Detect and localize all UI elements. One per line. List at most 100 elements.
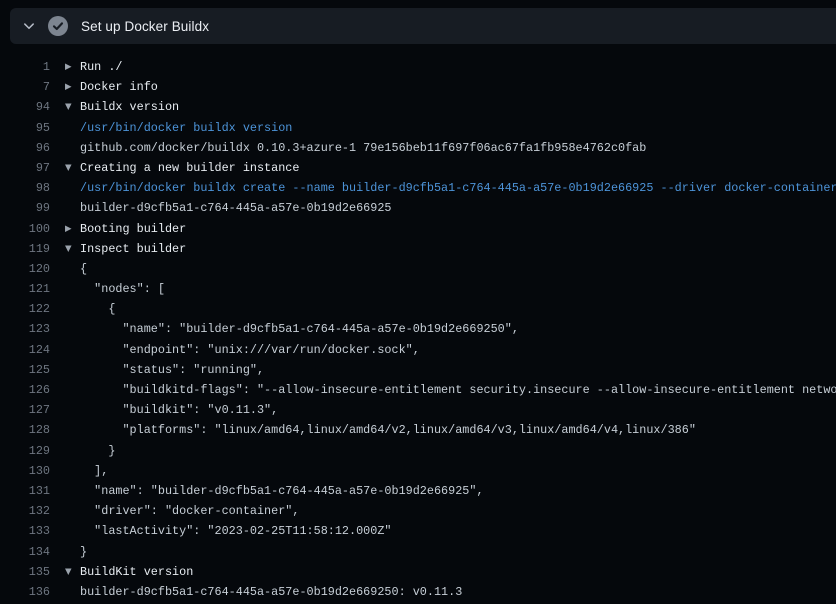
line-number: 119: [0, 239, 50, 259]
log-text: "driver": "docker-container",: [80, 501, 836, 521]
log-line-row: 122 {: [0, 299, 836, 319]
log-text: "platforms": "linux/amd64,linux/amd64/v2…: [80, 420, 836, 440]
triangle-expanded-icon: ▼: [50, 158, 80, 178]
log-line-row: 134}: [0, 542, 836, 562]
line-number: 96: [0, 138, 50, 158]
line-number: 134: [0, 542, 50, 562]
log-group-row[interactable]: 135▼BuildKit version: [0, 562, 836, 582]
line-number: 95: [0, 118, 50, 138]
collapse-step-button[interactable]: [14, 8, 44, 44]
step-header[interactable]: Set up Docker Buildx: [10, 8, 836, 44]
marker-spacer: [50, 360, 80, 380]
line-number: 100: [0, 219, 50, 239]
marker-spacer: [50, 340, 80, 360]
log-text: "endpoint": "unix:///var/run/docker.sock…: [80, 340, 836, 360]
log-line-row: 121 "nodes": [: [0, 279, 836, 299]
log-text: Booting builder: [80, 219, 836, 239]
line-number: 127: [0, 400, 50, 420]
log-group-row[interactable]: 1▶Run ./: [0, 57, 836, 77]
marker-spacer: [50, 319, 80, 339]
log-text: "nodes": [: [80, 279, 836, 299]
log-line-row: 130 ],: [0, 461, 836, 481]
triangle-collapsed-icon: ▶: [50, 219, 80, 239]
log-text: github.com/docker/buildx 0.10.3+azure-1 …: [80, 138, 836, 158]
line-number: 124: [0, 340, 50, 360]
line-number: 99: [0, 198, 50, 218]
chevron-down-icon: [22, 19, 36, 33]
log-line-row: 95/usr/bin/docker buildx version: [0, 118, 836, 138]
marker-spacer: [50, 178, 80, 198]
triangle-expanded-icon: ▼: [50, 97, 80, 117]
log-line-row: 128 "platforms": "linux/amd64,linux/amd6…: [0, 420, 836, 440]
log-area: 1▶Run ./7▶Docker info94▼Buildx version95…: [0, 44, 836, 604]
triangle-collapsed-icon: ▶: [50, 57, 80, 77]
triangle-expanded-icon: ▼: [50, 239, 80, 259]
log-line-row: 133 "lastActivity": "2023-02-25T11:58:12…: [0, 521, 836, 541]
log-text: Run ./: [80, 57, 836, 77]
line-number: 131: [0, 481, 50, 501]
log-text: "buildkitd-flags": "--allow-insecure-ent…: [80, 380, 836, 400]
marker-spacer: [50, 542, 80, 562]
log-line-row: 127 "buildkit": "v0.11.3",: [0, 400, 836, 420]
line-number: 97: [0, 158, 50, 178]
line-number: 135: [0, 562, 50, 582]
line-number: 98: [0, 178, 50, 198]
log-text: builder-d9cfb5a1-c764-445a-a57e-0b19d2e6…: [80, 198, 836, 218]
log-text: /usr/bin/docker buildx version: [80, 118, 836, 138]
check-circle-icon: [48, 16, 68, 36]
line-number: 123: [0, 319, 50, 339]
triangle-collapsed-icon: ▶: [50, 77, 80, 97]
log-line-row: 129 }: [0, 441, 836, 461]
log-line-row: 136 builder-d9cfb5a1-c764-445a-a57e-0b19d…: [0, 582, 836, 602]
line-number: 94: [0, 97, 50, 117]
log-group-row[interactable]: 119▼Inspect builder: [0, 239, 836, 259]
log-text: Docker info: [80, 77, 836, 97]
marker-spacer: [50, 461, 80, 481]
log-text: "status": "running",: [80, 360, 836, 380]
line-number: 132: [0, 501, 50, 521]
log-text: builder-d9cfb5a1-c764-445a-a57e-0b19d2e6…: [80, 582, 836, 602]
log-group-row[interactable]: 100▶Booting builder: [0, 219, 836, 239]
line-number: 120: [0, 259, 50, 279]
marker-spacer: [50, 420, 80, 440]
line-number: 7: [0, 77, 50, 97]
log-line-row: 120 {: [0, 259, 836, 279]
log-line-row: 99 builder-d9cfb5a1-c764-445a-a57e-0b19d2…: [0, 198, 836, 218]
line-number: 129: [0, 441, 50, 461]
line-number: 128: [0, 420, 50, 440]
log-line-row: 123 "name": "builder-d9cfb5a1-c764-445a-…: [0, 319, 836, 339]
marker-spacer: [50, 441, 80, 461]
log-line-row: 96 github.com/docker/buildx 0.10.3+azure-…: [0, 138, 836, 158]
log-text: {: [80, 299, 836, 319]
log-line-row: 98/usr/bin/docker buildx create --name b…: [0, 178, 836, 198]
marker-spacer: [50, 501, 80, 521]
marker-spacer: [50, 400, 80, 420]
log-line-row: 125 "status": "running",: [0, 360, 836, 380]
log-line-row: 132 "driver": "docker-container",: [0, 501, 836, 521]
triangle-expanded-icon: ▼: [50, 562, 80, 582]
log-group-row[interactable]: 94▼Buildx version: [0, 97, 836, 117]
log-text: Buildx version: [80, 97, 836, 117]
log-text: BuildKit version: [80, 562, 836, 582]
line-number: 1: [0, 57, 50, 77]
log-text: ],: [80, 461, 836, 481]
log-group-row[interactable]: 97▼Creating a new builder instance: [0, 158, 836, 178]
log-text: {: [80, 259, 836, 279]
log-text: }: [80, 441, 836, 461]
log-text: "lastActivity": "2023-02-25T11:58:12.000…: [80, 521, 836, 541]
log-text: }: [80, 542, 836, 562]
log-text: "name": "builder-d9cfb5a1-c764-445a-a57e…: [80, 319, 836, 339]
log-line-row: 124 "endpoint": "unix:///var/run/docker.…: [0, 340, 836, 360]
log-line-row: 126 "buildkitd-flags": "--allow-insecure…: [0, 380, 836, 400]
line-number: 130: [0, 461, 50, 481]
log-text: Inspect builder: [80, 239, 836, 259]
line-number: 121: [0, 279, 50, 299]
line-number: 136: [0, 582, 50, 602]
marker-spacer: [50, 481, 80, 501]
log-group-row[interactable]: 7▶Docker info: [0, 77, 836, 97]
log-line-row: 131 "name": "builder-d9cfb5a1-c764-445a-…: [0, 481, 836, 501]
marker-spacer: [50, 138, 80, 158]
marker-spacer: [50, 279, 80, 299]
marker-spacer: [50, 118, 80, 138]
line-number: 133: [0, 521, 50, 541]
